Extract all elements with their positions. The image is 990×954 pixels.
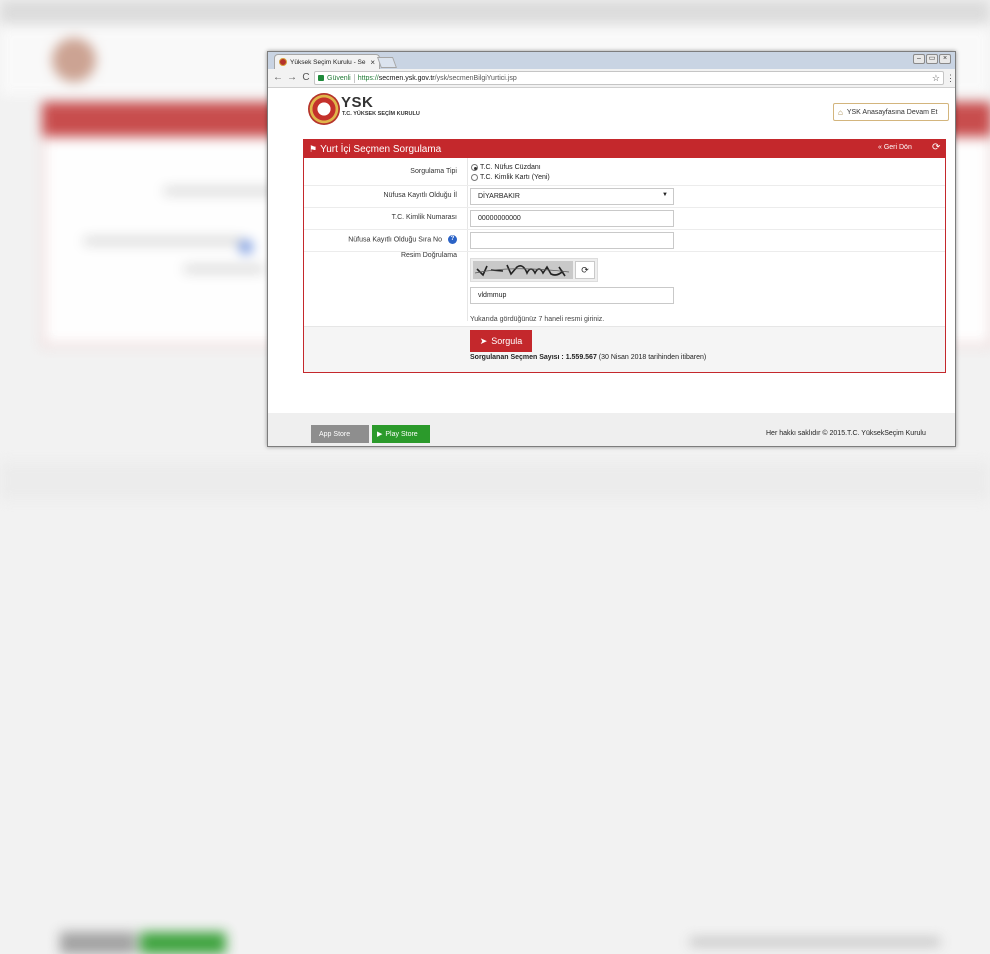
tab-strip: Yüksek Seçim Kurulu - Se × – ▭ × [268, 52, 955, 69]
back-arrow-icon[interactable]: ← [272, 72, 284, 84]
query-panel: ⚑ Yurt İçi Seçmen Sorgulama « Geri Dön ⟳… [303, 139, 946, 373]
voter-count-label: Sorgulanan Seçmen Sayısı : 1.559.567 [470, 354, 597, 361]
bg-gray-button [60, 932, 136, 954]
lock-icon [318, 75, 324, 81]
province-select[interactable]: DİYARBAKIR ▼ [470, 188, 674, 205]
url-scheme: https:// [357, 74, 379, 82]
sira-input[interactable] [470, 232, 674, 249]
province-value: DİYARBAKIR [478, 193, 520, 200]
secure-label: Güvenli [327, 74, 351, 82]
bg-topbar [0, 0, 990, 24]
captcha-box: ⟳ [470, 258, 598, 282]
sira-label-wrap: Nüfusa Kayıtlı Olduğu Sıra No? [304, 235, 457, 244]
query-type-label: Sorgulama Tipi [410, 168, 457, 175]
app-store-label: App Store [319, 430, 351, 438]
captcha-row: Resim Doğrulama [304, 252, 945, 259]
flag-icon: ⚑ [309, 143, 318, 154]
radio-unselected-icon [471, 174, 478, 181]
page-footer: App Store ▶ Play Store Her hakkı saklıdı… [268, 413, 955, 446]
captcha-squiggle [474, 264, 570, 277]
send-icon: ➤ [479, 335, 488, 346]
ysk-seal-logo [308, 93, 340, 125]
home-icon: ⌂ [838, 107, 843, 117]
captcha-input[interactable]: vldmmup [470, 287, 674, 304]
help-icon[interactable]: ? [448, 235, 457, 244]
voter-count-note: (30 Nisan 2018 tarihinden itibaren) [598, 354, 707, 361]
province-label: Nüfusa Kayıtlı Olduğu İl [383, 192, 457, 199]
new-tab-button[interactable] [376, 57, 398, 68]
close-window-button[interactable]: × [939, 54, 951, 64]
radio-nufus-cuzdani[interactable]: T.C. Nüfus Cüzdanı [471, 164, 541, 171]
ysk-logo-text: YSK [341, 94, 374, 111]
sira-label: Nüfusa Kayıtlı Olduğu Sıra No [348, 236, 442, 244]
sorgula-label: Sorgula [491, 336, 523, 346]
app-store-button[interactable]: App Store [311, 425, 369, 443]
query-type-row: Sorgulama Tipi [304, 158, 945, 186]
bg-green-button [140, 932, 226, 954]
browser-tab[interactable]: Yüksek Seçim Kurulu - Se × [274, 54, 380, 69]
bg-footer [0, 462, 990, 954]
bg-copyright-line [690, 938, 940, 946]
back-link[interactable]: « Geri Dön [878, 144, 912, 151]
browser-menu-icon[interactable]: ⋮ [946, 73, 955, 84]
tab-close-icon[interactable]: × [370, 58, 375, 67]
radio-selected-icon [471, 164, 478, 171]
dropdown-arrow-icon: ▼ [662, 192, 668, 198]
play-store-label: Play Store [385, 430, 418, 438]
page-content: YSK T.C. YÜKSEK SEÇİM KURULU ⌂ YSK Anasa… [268, 89, 955, 446]
copyright-text: Her hakkı saklıdır © 2015.T.C. YüksekSeç… [766, 430, 926, 437]
address-separator [353, 73, 355, 83]
sorgula-button[interactable]: ➤ Sorgula [470, 330, 532, 352]
url-domain: secmen.ysk.gov.tr [378, 74, 435, 82]
bookmark-star-icon[interactable]: ☆ [932, 73, 940, 84]
submit-area: ➤ Sorgula Sorgulanan Seçmen Sayısı : 1.5… [304, 326, 945, 372]
captcha-label: Resim Doğrulama [400, 252, 457, 259]
tc-value: 00000000000 [478, 215, 521, 222]
captcha-image [473, 261, 573, 279]
reload-icon[interactable]: C [300, 72, 312, 84]
bg-line [184, 266, 264, 272]
tc-label: T.C. Kimlik Numarası [391, 214, 457, 221]
ysk-home-button[interactable]: ⌂ YSK Anasayfasına Devam Et [833, 103, 949, 121]
tc-input[interactable]: 00000000000 [470, 210, 674, 227]
panel-refresh-icon[interactable]: ⟳ [932, 142, 940, 153]
panel-title: Yurt İçi Seçmen Sorgulama [320, 143, 442, 155]
home-button-label: YSK Anasayfasına Devam Et [846, 108, 938, 116]
radio-label: T.C. Nüfus Cüzdanı [480, 164, 541, 171]
play-store-button[interactable]: ▶ Play Store [372, 425, 430, 443]
voter-count: Sorgulanan Seçmen Sayısı : 1.559.567 (30… [470, 354, 706, 361]
favicon-icon [279, 58, 287, 66]
panel-title-bar: ⚑ Yurt İçi Seçmen Sorgulama « Geri Dön ⟳ [304, 140, 945, 158]
captcha-hint: Yukarıda gördüğünüz 7 haneli resmi girin… [470, 316, 605, 323]
tab-title: Yüksek Seçim Kurulu - Se [290, 58, 366, 66]
radio-kimlik-karti[interactable]: T.C. Kimlik Kartı (Yeni) [471, 174, 550, 181]
bg-logo [52, 38, 96, 82]
bg-help-dot [240, 241, 252, 253]
forward-arrow-icon[interactable]: → [286, 72, 298, 84]
url-path: /ysk/secmenBilgiYurtici.jsp [434, 74, 517, 82]
ysk-logo-subtitle: T.C. YÜKSEK SEÇİM KURULU [342, 111, 420, 117]
captcha-value: vldmmup [478, 292, 507, 299]
browser-window: Yüksek Seçim Kurulu - Se × – ▭ × ← → C G… [267, 51, 956, 447]
url-text[interactable]: https://secmen.ysk.gov.tr/ysk/secmenBilg… [358, 75, 929, 82]
address-bar-row: ← → C Güvenli https://secmen.ysk.gov.tr/… [268, 69, 955, 88]
restore-button[interactable]: ▭ [926, 54, 938, 64]
minimize-button[interactable]: – [913, 54, 925, 64]
play-icon: ▶ [377, 431, 383, 438]
captcha-refresh-button[interactable]: ⟳ [575, 261, 595, 279]
bg-line [84, 238, 244, 244]
address-bar[interactable]: Güvenli https://secmen.ysk.gov.tr/ysk/se… [314, 71, 944, 85]
radio-label: T.C. Kimlik Kartı (Yeni) [480, 174, 550, 181]
